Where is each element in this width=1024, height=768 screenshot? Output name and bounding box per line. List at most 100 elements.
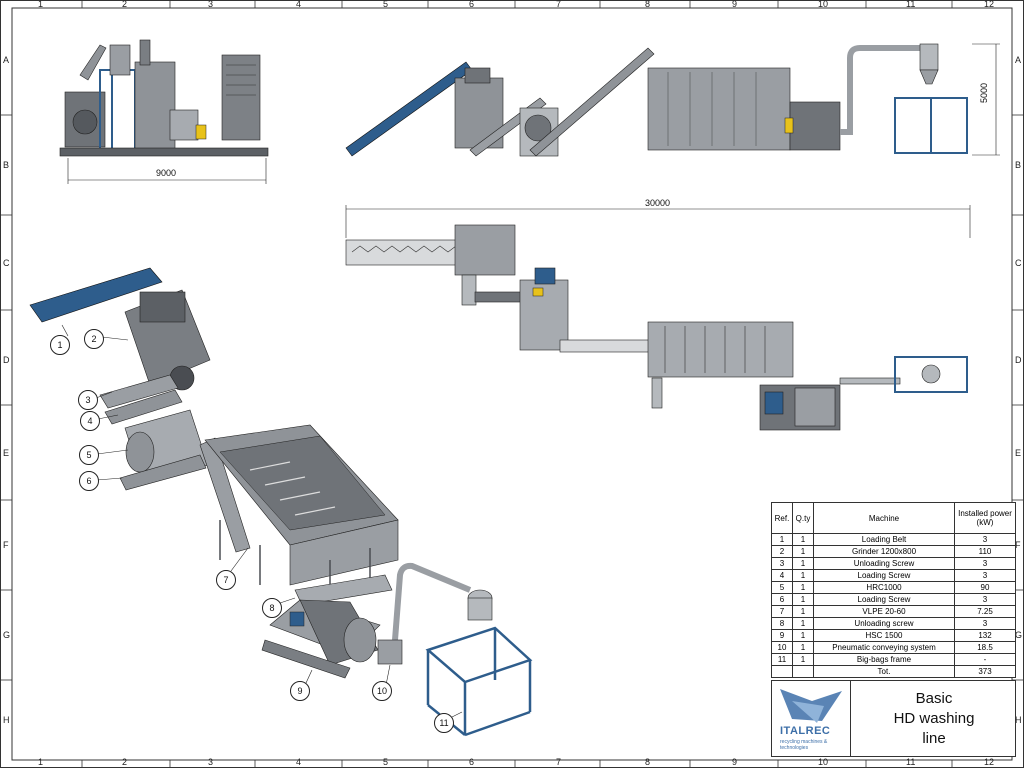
table-row: 8 1 Unloading screw 3	[771, 617, 1016, 630]
bom-header-machine: Machine	[813, 502, 955, 534]
table-row: 4 1 Loading Screw 3	[771, 569, 1016, 582]
bom-ref: 5	[771, 581, 793, 594]
bom-power: 90	[954, 581, 1016, 594]
bom-header-qty: Q.ty	[792, 502, 814, 534]
bom-machine: Unloading screw	[813, 617, 955, 630]
ruler-col-12: 12	[984, 0, 995, 9]
table-row: 11 1 Big-bags frame -	[771, 653, 1016, 666]
ruler-col-8-bottom: 8	[645, 757, 651, 767]
bom-ref: 2	[771, 545, 793, 558]
bom-machine: VLPE 20-60	[813, 605, 955, 618]
ruler-col-9-bottom: 9	[732, 757, 738, 767]
ruler-col-4-bottom: 4	[296, 757, 302, 767]
ruler-col-12-bottom: 12	[984, 757, 995, 767]
table-row: 7 1 VLPE 20-60 7.25	[771, 605, 1016, 618]
row-letter-b-left: B	[3, 160, 10, 170]
row-letter-a: A	[1015, 55, 1022, 65]
row-letter-g-left: G	[3, 630, 11, 640]
ruler-col-7: 7	[556, 0, 562, 9]
table-row: 6 1 Loading Screw 3	[771, 593, 1016, 606]
bom-machine: Pneumatic conveying system	[813, 641, 955, 654]
bom-total-value: 373	[954, 665, 1016, 678]
row-letter-a-left: A	[3, 55, 10, 65]
row-letter-f-left: F	[3, 540, 9, 550]
callout-7: 7	[216, 570, 236, 590]
table-row: 5 1 HRC1000 90	[771, 581, 1016, 594]
row-letter-b: B	[1015, 160, 1022, 170]
drawing-title-line-1: Basic	[915, 690, 953, 707]
ruler-col-7-bottom: 7	[556, 757, 562, 767]
bom-qty: 1	[792, 641, 814, 654]
bom-power: 3	[954, 617, 1016, 630]
row-letter-d-left: D	[3, 355, 10, 365]
bom-machine: Grinder 1200x800	[813, 545, 955, 558]
bom-machine: HRC1000	[813, 581, 955, 594]
ruler-col-10-bottom: 10	[818, 757, 829, 767]
bom-ref: 1	[771, 533, 793, 546]
logo-tagline: recycling machines & technologies	[780, 739, 828, 751]
callout-5: 5	[79, 445, 99, 465]
bom-header-power: Installed power (kW)	[954, 502, 1016, 534]
side-view-front	[59, 39, 269, 157]
bom-ref: 7	[771, 605, 793, 618]
bom-qty: 1	[792, 557, 814, 570]
row-letter-e: E	[1015, 448, 1022, 458]
bom-qty: 1	[792, 629, 814, 642]
bom-power: 3	[954, 533, 1016, 546]
bom-qty: 1	[792, 533, 814, 546]
ruler-col-11-bottom: 11	[906, 757, 916, 767]
drawing-title-line-2: HD washing	[893, 710, 975, 727]
bom-power: 132	[954, 629, 1016, 642]
drawing-title-line-3: line	[922, 730, 946, 747]
ruler-col-4: 4	[296, 0, 302, 9]
callout-8: 8	[262, 598, 282, 618]
ruler-col-3: 3	[208, 0, 214, 9]
callout-4: 4	[80, 411, 100, 431]
bom-power: 3	[954, 593, 1016, 606]
company-logo: ITALREC recycling machines & technologie…	[772, 681, 851, 756]
isometric-view	[29, 267, 533, 737]
bom-power: 3	[954, 569, 1016, 582]
bom-power: -	[954, 653, 1016, 666]
drawing-title: Basic HD washing line	[854, 689, 1014, 749]
callout-6: 6	[79, 471, 99, 491]
logo-name: ITALREC	[780, 725, 831, 737]
callout-11: 11	[434, 713, 454, 733]
dimension-length: 30000	[645, 198, 671, 208]
bom-ref: 3	[771, 557, 793, 570]
bom-header-row: Ref. Q.ty Machine Installed power (kW)	[771, 502, 1016, 534]
bom-machine: Unloading Screw	[813, 557, 955, 570]
row-letter-c-left: C	[3, 258, 10, 268]
bom-power: 18.5	[954, 641, 1016, 654]
table-row: 3 1 Unloading Screw 3	[771, 557, 1016, 570]
bom-qty: 1	[792, 605, 814, 618]
callout-3: 3	[78, 390, 98, 410]
ruler-col-10: 10	[818, 0, 829, 9]
bom-ref: 9	[771, 629, 793, 642]
row-letter-c: C	[1015, 258, 1022, 268]
bom-qty: 1	[792, 581, 814, 594]
bom-qty: 1	[792, 593, 814, 606]
ruler-col-6-bottom: 6	[469, 757, 475, 767]
bom-qty: 1	[792, 569, 814, 582]
ruler-col-3-bottom: 3	[208, 757, 214, 767]
bom-ref: 4	[771, 569, 793, 582]
ruler-col-5: 5	[383, 0, 389, 9]
bom-header-ref: Ref.	[771, 502, 793, 534]
plan-view	[345, 224, 968, 431]
dimension-width: 9000	[156, 168, 177, 178]
ruler-col-2: 2	[122, 0, 128, 9]
table-row: 10 1 Pneumatic conveying system 18.5	[771, 641, 1016, 654]
bom-qty: 1	[792, 545, 814, 558]
bom-table: Ref. Q.ty Machine Installed power (kW) 1…	[771, 502, 1016, 678]
row-letter-h-left: H	[3, 715, 10, 725]
table-row: 9 1 HSC 1500 132	[771, 629, 1016, 642]
row-letter-g: G	[1015, 630, 1023, 640]
ruler-col-6: 6	[469, 0, 475, 9]
ruler-col-1-bottom: 1	[38, 757, 44, 767]
bom-qty: 1	[792, 653, 814, 666]
table-row: 2 1 Grinder 1200x800 110	[771, 545, 1016, 558]
bom-power: 7.25	[954, 605, 1016, 618]
bom-power: 110	[954, 545, 1016, 558]
callout-2: 2	[84, 329, 104, 349]
